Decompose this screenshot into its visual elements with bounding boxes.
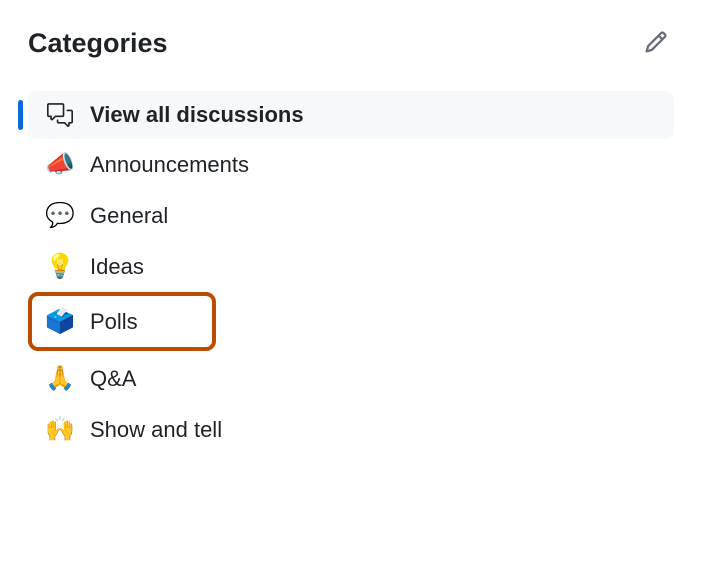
category-item-show-and-tell[interactable]: 🙌 Show and tell [28, 404, 674, 455]
edit-categories-button[interactable] [638, 24, 674, 63]
polls-highlight-box: 🗳️ Polls [28, 292, 216, 351]
active-indicator [18, 100, 23, 130]
category-item-general[interactable]: 💬 General [28, 190, 674, 241]
raised-hands-icon: 🙌 [46, 415, 74, 444]
categories-header: Categories [28, 24, 674, 63]
category-label: View all discussions [90, 102, 304, 128]
lightbulb-icon: 💡 [46, 252, 74, 281]
ballot-box-icon: 🗳️ [46, 307, 74, 336]
category-item-qa[interactable]: 🙏 Q&A [28, 353, 674, 404]
category-item-announcements[interactable]: 📣 Announcements [28, 139, 674, 190]
category-label: Announcements [90, 152, 249, 178]
category-label: General [90, 203, 168, 229]
pencil-icon [644, 30, 668, 57]
category-label: Q&A [90, 366, 136, 392]
speech-bubble-icon: 💬 [46, 201, 74, 230]
section-title: Categories [28, 28, 168, 59]
category-item-view-all[interactable]: View all discussions [28, 91, 674, 139]
category-item-polls[interactable]: 🗳️ Polls [32, 296, 212, 347]
category-label: Show and tell [90, 417, 222, 443]
category-label: Polls [90, 309, 138, 335]
category-label: Ideas [90, 254, 144, 280]
megaphone-icon: 📣 [46, 150, 74, 179]
category-list: View all discussions 📣 Announcements 💬 G… [28, 91, 674, 455]
discussion-icon [46, 102, 74, 128]
category-item-ideas[interactable]: 💡 Ideas [28, 241, 674, 292]
pray-icon: 🙏 [46, 364, 74, 393]
